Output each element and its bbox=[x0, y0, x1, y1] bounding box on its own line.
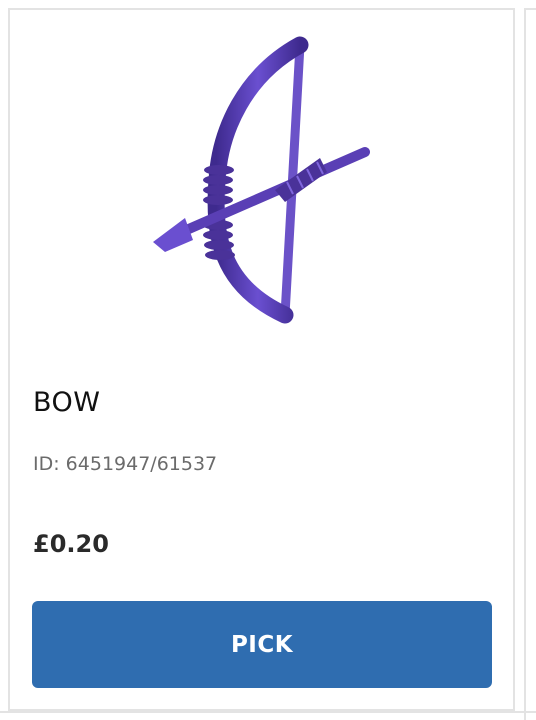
product-page: BOW ID: 6451947/61537 £0.20 PICK bbox=[0, 0, 536, 720]
product-id: ID: 6451947/61537 bbox=[33, 453, 218, 475]
adjacent-card-edge bbox=[524, 8, 536, 720]
product-price: £0.20 bbox=[33, 530, 109, 558]
pick-button[interactable]: PICK bbox=[32, 601, 492, 688]
bow-and-arrow-icon[interactable] bbox=[135, 30, 385, 330]
next-row-edge bbox=[0, 711, 536, 720]
pick-button-label: PICK bbox=[230, 631, 294, 658]
product-title: BOW bbox=[33, 387, 101, 418]
